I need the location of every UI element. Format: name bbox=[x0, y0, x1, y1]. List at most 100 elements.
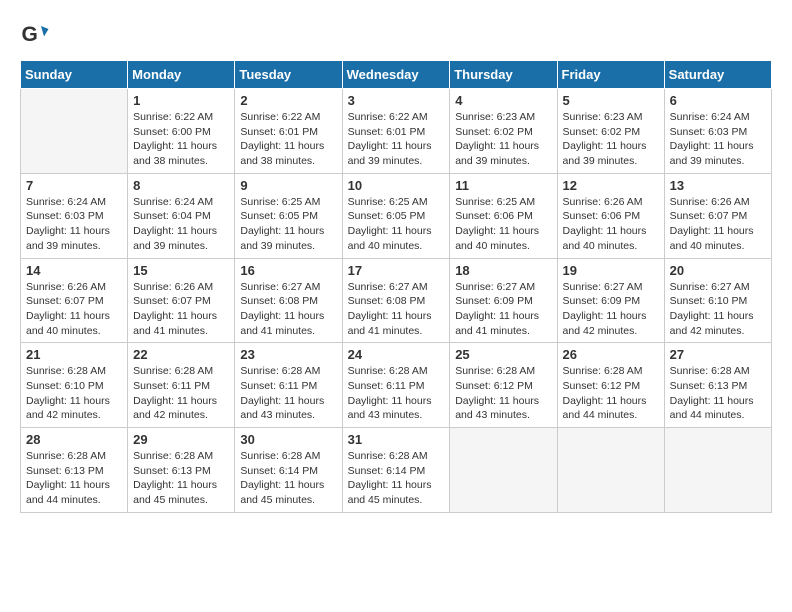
logo: G bbox=[20, 20, 52, 50]
day-number: 16 bbox=[240, 263, 336, 278]
day-number: 24 bbox=[348, 347, 445, 362]
day-info: Sunrise: 6:25 AM Sunset: 6:05 PM Dayligh… bbox=[240, 195, 336, 254]
calendar-cell bbox=[664, 428, 771, 513]
day-number: 6 bbox=[670, 93, 766, 108]
day-info: Sunrise: 6:22 AM Sunset: 6:01 PM Dayligh… bbox=[348, 110, 445, 169]
day-info: Sunrise: 6:22 AM Sunset: 6:00 PM Dayligh… bbox=[133, 110, 229, 169]
day-info: Sunrise: 6:28 AM Sunset: 6:13 PM Dayligh… bbox=[26, 449, 122, 508]
calendar-cell: 14Sunrise: 6:26 AM Sunset: 6:07 PM Dayli… bbox=[21, 258, 128, 343]
calendar-cell: 3 Sunrise: 6:22 AM Sunset: 6:01 PM Daylig… bbox=[342, 89, 450, 174]
calendar-cell: 18 Sunrise: 6:27 AM Sunset: 6:09 PM Dayli… bbox=[450, 258, 557, 343]
calendar-header-tuesday: Tuesday bbox=[235, 61, 342, 89]
calendar-cell: 23 Sunrise: 6:28 AM Sunset: 6:11 PM Dayli… bbox=[235, 343, 342, 428]
day-number: 5 bbox=[563, 93, 659, 108]
day-info: Sunrise: 6:24 AM Sunset: 6:03 PM Dayligh… bbox=[26, 195, 122, 254]
calendar-cell: 1 Sunrise: 6:22 AM Sunset: 6:00 PM Daylig… bbox=[128, 89, 235, 174]
day-number: 9 bbox=[240, 178, 336, 193]
calendar-cell bbox=[450, 428, 557, 513]
calendar-cell: 12 Sunrise: 6:26 AM Sunset: 6:06 PM Dayli… bbox=[557, 173, 664, 258]
calendar-cell: 4Sunrise: 6:23 AM Sunset: 6:02 PM Daylig… bbox=[450, 89, 557, 174]
day-info: Sunrise: 6:27 AM Sunset: 6:08 PM Dayligh… bbox=[348, 280, 445, 339]
day-number: 3 bbox=[348, 93, 445, 108]
day-number: 25 bbox=[455, 347, 551, 362]
day-number: 7 bbox=[26, 178, 122, 193]
day-info: Sunrise: 6:28 AM Sunset: 6:13 PM Dayligh… bbox=[670, 364, 766, 423]
day-info: Sunrise: 6:28 AM Sunset: 6:11 PM Dayligh… bbox=[133, 364, 229, 423]
day-number: 26 bbox=[563, 347, 659, 362]
calendar-week-row: 1 Sunrise: 6:22 AM Sunset: 6:00 PM Daylig… bbox=[21, 89, 772, 174]
calendar-cell: 8 Sunrise: 6:24 AM Sunset: 6:04 PM Daylig… bbox=[128, 173, 235, 258]
calendar-cell: 13 Sunrise: 6:26 AM Sunset: 6:07 PM Dayli… bbox=[664, 173, 771, 258]
day-info: Sunrise: 6:28 AM Sunset: 6:14 PM Dayligh… bbox=[348, 449, 445, 508]
day-info: Sunrise: 6:28 AM Sunset: 6:12 PM Dayligh… bbox=[563, 364, 659, 423]
calendar-cell: 30 Sunrise: 6:28 AM Sunset: 6:14 PM Dayli… bbox=[235, 428, 342, 513]
day-info: Sunrise: 6:24 AM Sunset: 6:04 PM Dayligh… bbox=[133, 195, 229, 254]
day-number: 23 bbox=[240, 347, 336, 362]
day-info: Sunrise: 6:27 AM Sunset: 6:09 PM Dayligh… bbox=[563, 280, 659, 339]
day-number: 15 bbox=[133, 263, 229, 278]
calendar-week-row: 14 Sunrise: 6:26 AM Sunset: 6:07 PM Dayli… bbox=[21, 258, 772, 343]
calendar-cell bbox=[557, 428, 664, 513]
calendar-cell: 10Sunrise: 6:25 AM Sunset: 6:05 PM Dayli… bbox=[342, 173, 450, 258]
calendar-header-thursday: Thursday bbox=[450, 61, 557, 89]
calendar-cell: 26 Sunrise: 6:28 AM Sunset: 6:12 PM Dayli… bbox=[557, 343, 664, 428]
calendar-week-row: 28 Sunrise: 6:28 AM Sunset: 6:13 PM Dayli… bbox=[21, 428, 772, 513]
calendar-cell: 25Sunrise: 6:28 AM Sunset: 6:12 PM Dayli… bbox=[450, 343, 557, 428]
day-number: 27 bbox=[670, 347, 766, 362]
day-info: Sunrise: 6:24 AM Sunset: 6:03 PM Dayligh… bbox=[670, 110, 766, 169]
calendar-header-monday: Monday bbox=[128, 61, 235, 89]
calendar-cell: 24 Sunrise: 6:28 AM Sunset: 6:11 PM Dayli… bbox=[342, 343, 450, 428]
calendar-table: SundayMondayTuesdayWednesdayThursdayFrid… bbox=[20, 60, 772, 513]
calendar-cell bbox=[21, 89, 128, 174]
day-info: Sunrise: 6:23 AM Sunset: 6:02 PM Dayligh… bbox=[455, 110, 551, 169]
page-header: G bbox=[20, 20, 772, 50]
day-number: 28 bbox=[26, 432, 122, 447]
calendar-cell: 29 Sunrise: 6:28 AM Sunset: 6:13 PM Dayli… bbox=[128, 428, 235, 513]
calendar-cell: 9 Sunrise: 6:25 AM Sunset: 6:05 PM Daylig… bbox=[235, 173, 342, 258]
calendar-cell: 27 Sunrise: 6:28 AM Sunset: 6:13 PM Dayli… bbox=[664, 343, 771, 428]
day-info: Sunrise: 6:26 AM Sunset: 6:07 PM Dayligh… bbox=[670, 195, 766, 254]
day-number: 17 bbox=[348, 263, 445, 278]
calendar-week-row: 21Sunrise: 6:28 AM Sunset: 6:10 PM Dayli… bbox=[21, 343, 772, 428]
svg-text:G: G bbox=[22, 23, 38, 46]
calendar-cell: 17 Sunrise: 6:27 AM Sunset: 6:08 PM Dayli… bbox=[342, 258, 450, 343]
day-info: Sunrise: 6:25 AM Sunset: 6:06 PM Dayligh… bbox=[455, 195, 551, 254]
day-number: 1 bbox=[133, 93, 229, 108]
day-info: Sunrise: 6:22 AM Sunset: 6:01 PM Dayligh… bbox=[240, 110, 336, 169]
calendar-cell: 6 Sunrise: 6:24 AM Sunset: 6:03 PM Daylig… bbox=[664, 89, 771, 174]
day-number: 13 bbox=[670, 178, 766, 193]
day-number: 22 bbox=[133, 347, 229, 362]
day-info: Sunrise: 6:26 AM Sunset: 6:07 PM Dayligh… bbox=[133, 280, 229, 339]
calendar-cell: 5Sunrise: 6:23 AM Sunset: 6:02 PM Daylig… bbox=[557, 89, 664, 174]
day-number: 19 bbox=[563, 263, 659, 278]
day-info: Sunrise: 6:28 AM Sunset: 6:13 PM Dayligh… bbox=[133, 449, 229, 508]
calendar-header-wednesday: Wednesday bbox=[342, 61, 450, 89]
calendar-cell: 31 Sunrise: 6:28 AM Sunset: 6:14 PM Dayli… bbox=[342, 428, 450, 513]
day-number: 31 bbox=[348, 432, 445, 447]
day-info: Sunrise: 6:27 AM Sunset: 6:10 PM Dayligh… bbox=[670, 280, 766, 339]
calendar-cell: 16Sunrise: 6:27 AM Sunset: 6:08 PM Dayli… bbox=[235, 258, 342, 343]
calendar-cell: 11 Sunrise: 6:25 AM Sunset: 6:06 PM Dayli… bbox=[450, 173, 557, 258]
day-number: 8 bbox=[133, 178, 229, 193]
calendar-cell: 19 Sunrise: 6:27 AM Sunset: 6:09 PM Dayli… bbox=[557, 258, 664, 343]
day-info: Sunrise: 6:28 AM Sunset: 6:11 PM Dayligh… bbox=[348, 364, 445, 423]
day-number: 14 bbox=[26, 263, 122, 278]
calendar-cell: 15 Sunrise: 6:26 AM Sunset: 6:07 PM Dayli… bbox=[128, 258, 235, 343]
calendar-header-row: SundayMondayTuesdayWednesdayThursdayFrid… bbox=[21, 61, 772, 89]
day-number: 30 bbox=[240, 432, 336, 447]
calendar-cell: 20 Sunrise: 6:27 AM Sunset: 6:10 PM Dayli… bbox=[664, 258, 771, 343]
day-number: 12 bbox=[563, 178, 659, 193]
day-number: 18 bbox=[455, 263, 551, 278]
day-info: Sunrise: 6:28 AM Sunset: 6:11 PM Dayligh… bbox=[240, 364, 336, 423]
day-info: Sunrise: 6:27 AM Sunset: 6:09 PM Dayligh… bbox=[455, 280, 551, 339]
day-info: Sunrise: 6:28 AM Sunset: 6:10 PM Dayligh… bbox=[26, 364, 122, 423]
day-info: Sunrise: 6:28 AM Sunset: 6:14 PM Dayligh… bbox=[240, 449, 336, 508]
logo-icon: G bbox=[20, 20, 50, 50]
day-number: 11 bbox=[455, 178, 551, 193]
day-info: Sunrise: 6:25 AM Sunset: 6:05 PM Dayligh… bbox=[348, 195, 445, 254]
calendar-cell: 2Sunrise: 6:22 AM Sunset: 6:01 PM Daylig… bbox=[235, 89, 342, 174]
calendar-cell: 21Sunrise: 6:28 AM Sunset: 6:10 PM Dayli… bbox=[21, 343, 128, 428]
day-info: Sunrise: 6:26 AM Sunset: 6:06 PM Dayligh… bbox=[563, 195, 659, 254]
day-number: 20 bbox=[670, 263, 766, 278]
day-number: 29 bbox=[133, 432, 229, 447]
